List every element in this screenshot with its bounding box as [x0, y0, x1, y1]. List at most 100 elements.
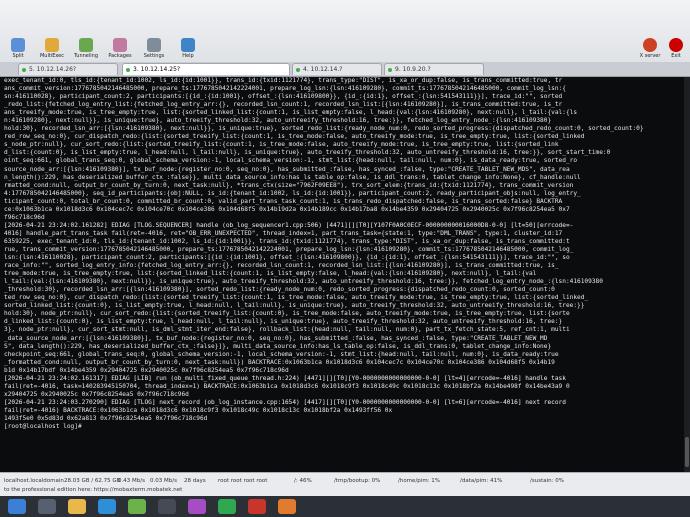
terminal-line: ted_row_seq_no:0}, cur_dispatch_redo:{li… — [4, 294, 589, 302]
multiexec-icon — [45, 38, 59, 52]
terminal-line: checkpoint_seq:661, global_trans_seq:0, … — [4, 350, 559, 358]
status-item: /data/pim: 41% — [460, 478, 503, 484]
explorer-icon[interactable] — [68, 499, 86, 514]
app-toolbar: Split MultiExec Tunneling Packages Settings H… — [0, 0, 690, 63]
terminal-output[interactable]: exec_tenant_id:0, tls_id:{tenant_id:1002… — [0, 77, 690, 472]
terminal-line: l_tail:{val:{lsn:416109380}, next:null}}… — [4, 278, 603, 286]
terminal-line: 1493f5e0 0x5d83d 0x62a813 0x7f96c8254ea5… — [4, 414, 208, 422]
terminal-line: 6359225, exec_tenant_id:0, tls_id:{tenan… — [4, 237, 570, 245]
terminal-line: rue, trans_commit_version:17767850421464… — [4, 245, 574, 253]
terminal-line: d_list:{count:0}, is_list_empty:true, l_… — [4, 149, 611, 157]
toolbar-button-label: Help — [182, 53, 194, 59]
terminal-line: n_length():229, has_deserialized_buffer_… — [4, 173, 581, 181]
app-icon[interactable] — [278, 499, 296, 514]
terminal-scrollbar[interactable] — [684, 77, 690, 472]
terminal-line: ans_treeify_mode:true, is_tree_empty:tru… — [4, 109, 578, 117]
terminal-line: 4:1776785042146485000}, seq_id_participa… — [4, 189, 581, 197]
terminal-line: s_node_ptr:null}, cur_sort_redo:{list:{s… — [4, 141, 559, 149]
x-server-icon — [643, 38, 657, 52]
status-item: 28.03 GB / 62.75 GB — [64, 478, 121, 484]
toolbar-button-label: Packages — [108, 53, 132, 59]
terminal-line: _threshold:30}, recorded_lsn_arr:[{lsn:4… — [4, 286, 555, 294]
status-item: localhost.localdomain — [4, 478, 64, 484]
terminal-line: exec_tenant_id:0, tls_id:{tenant_id:1002… — [4, 77, 563, 84]
terminal-line: source_node_arr:[{lsn:416109380}], tx_bu… — [4, 165, 570, 173]
os-taskbar — [0, 496, 690, 517]
session-status-icon — [388, 68, 392, 72]
terminal-line: ce:0x1063b1ca 0x1018d3c6 0x104cec7c 0x10… — [4, 205, 570, 213]
terminal-line: 4016] handle_part_trans_task fail(ret=-4… — [4, 229, 563, 237]
terminal-line: x29404725 0x2940025c 0x7f96c8254ea5 0x7f… — [4, 390, 189, 398]
terminal-line: ans_commit_version:1776785042146485000, … — [4, 85, 566, 93]
status-item: /: 46% — [294, 478, 312, 484]
terminal-line: _redo_list:{fetched_log_entry_list:{fetc… — [4, 101, 563, 109]
terminal-line: S", data_length():229, has_deserialized_… — [4, 342, 552, 350]
terminal-line: d_linked_list:{count:0}, is_list_empty:t… — [4, 318, 563, 326]
exit-icon — [669, 38, 683, 52]
session-tab[interactable]: 9. 10.9.20.? — [384, 63, 484, 75]
toolbar-button-settings[interactable]: Settings — [140, 38, 168, 59]
search-icon[interactable] — [38, 499, 56, 514]
terminal-line: hold:30}, node_ptr:null}, cur_sort_redo:… — [4, 310, 570, 318]
status-item: /tmp/bootup: 0% — [334, 478, 381, 484]
session-status-icon — [296, 68, 300, 72]
toolbar-button-label: X server — [639, 53, 661, 59]
session-tab-bar: 5. 10.12.14.26? 3. 10.12.14.25? 4. 10.12.1… — [0, 62, 690, 77]
terminal-line: n:416109280}, next:null}}, is_unique:tru… — [4, 117, 552, 125]
terminal-line: rmatted_cond:null, output_br_count_by_tu… — [4, 181, 574, 189]
terminal-line: race_info:"", sorted_log_entry_info:{fet… — [4, 262, 559, 270]
session-tab-label: 5. 10.12.14.26? — [29, 66, 77, 73]
scrollbar-thumb[interactable] — [685, 437, 689, 467]
session-tab-label: 4. 10.12.14.? — [303, 66, 343, 73]
help-icon — [181, 38, 195, 52]
status-item: 28 days — [184, 478, 206, 484]
terminal-line: sorted_linked_list:{count:0}, is_list_em… — [4, 302, 585, 310]
terminal-line: [2026-04-21 23:24:02.161282] EDIAG [TLOG… — [4, 221, 574, 229]
settings-icon — [147, 38, 161, 52]
terminal-line: [2026-04-21 23:24:02.161317] EDIAG [LIB]… — [4, 374, 566, 382]
terminal-line: lsn:{lsn:416110028}, participant_count:2… — [4, 254, 570, 262]
windows-start-icon[interactable] — [8, 499, 26, 514]
toolbar-button-exit[interactable]: Exit — [664, 38, 688, 59]
terminal-line: red_row_seq_no:0}, cur_dispatch_redo:{li… — [4, 133, 585, 141]
session-status-icon — [22, 68, 26, 72]
terminal-line: sn:416110028}, participant_count:2, part… — [4, 93, 563, 101]
toolbar-button-help[interactable]: Help — [174, 38, 202, 59]
browser-icon[interactable] — [98, 499, 116, 514]
upgrade-hint-link[interactable]: to the professional edition here: https:… — [4, 487, 182, 493]
status-item: /sustain: 0% — [530, 478, 564, 484]
mobaxterm-icon[interactable] — [128, 499, 146, 514]
toolbar-button-label: MultiExec — [39, 53, 64, 59]
status-item: root root root root — [218, 478, 268, 484]
session-tab[interactable]: 4. 10.12.14.? — [292, 63, 382, 75]
editor-icon[interactable] — [188, 499, 206, 514]
split-icon — [11, 38, 25, 52]
terminal-line: tree_mode:true, is_tree_empty:true, list… — [4, 270, 537, 278]
session-tab[interactable]: 5. 10.12.14.26? — [18, 63, 118, 75]
toolbar-button-label: Settings — [143, 53, 165, 59]
toolbar-button-tunneling[interactable]: Tunneling — [72, 38, 100, 59]
terminal-icon[interactable] — [158, 499, 176, 514]
toolbar-button-label: Exit — [671, 53, 681, 59]
status-item: 0.43 Mb/s — [118, 478, 145, 484]
toolbar-button-label: Split — [12, 53, 24, 59]
terminal-line: fail(ret=-4016) BACKTRACE:0x1063b1ca 0x1… — [4, 406, 393, 414]
toolbar-button-split[interactable]: Split — [4, 38, 32, 59]
session-status-icon — [126, 68, 130, 72]
toolbar-button-x-server[interactable]: X server — [638, 38, 662, 59]
toolbar-button-label: Tunneling — [74, 53, 98, 59]
session-tab-label: 3. 10.12.14.25? — [133, 66, 181, 73]
terminal-line: ticipant_count:0, total_br_count:0, comm… — [4, 197, 563, 205]
terminal-line: oint_seq:661, global_trans_seq:0, global… — [4, 157, 578, 165]
terminal-line: b1d 0x14b17bdf 0x14be4359 0x29404725 0x2… — [4, 366, 289, 374]
packages-icon — [113, 38, 127, 52]
toolbar-button-packages[interactable]: Packages — [106, 38, 134, 59]
terminal-line: 3}, node_ptr:null}, cur_sort_stmt:null, … — [4, 326, 570, 334]
chat-icon[interactable] — [218, 499, 236, 514]
filezilla-icon[interactable] — [248, 499, 266, 514]
terminal-line: fail(ret=-4016, task=140283945150704, th… — [4, 382, 570, 390]
session-tab[interactable]: 3. 10.12.14.25? — [122, 63, 290, 75]
terminal-line: [2026-04-21 23:24:03.270290] EDIAG [TLOG… — [4, 398, 566, 406]
toolbar-button-multiexec[interactable]: MultiExec — [38, 38, 66, 59]
terminal-line: f96c718c96d — [4, 213, 45, 221]
